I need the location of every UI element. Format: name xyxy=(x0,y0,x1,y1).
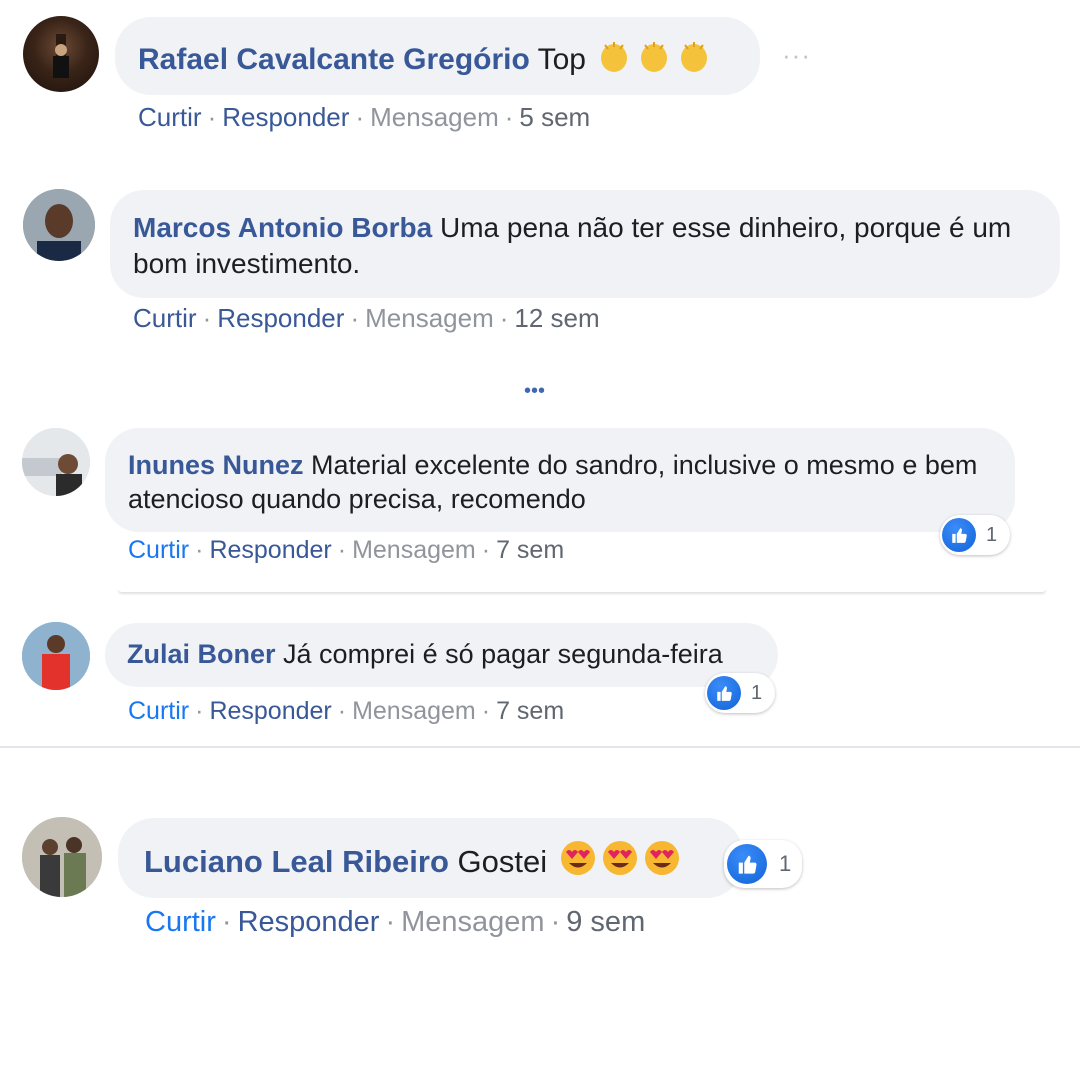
reply-button[interactable]: Responder xyxy=(209,536,331,564)
comment-item: Zulai Boner Já comprei é só pagar segund… xyxy=(0,610,1080,740)
clapping-hands-icon xyxy=(594,42,714,76)
divider xyxy=(0,746,1080,748)
comment-author[interactable]: Inunes Nunez xyxy=(128,450,304,480)
comment-bubble: Marcos Antonio Borba Uma pena não ter es… xyxy=(110,190,1060,298)
comment-text: Top xyxy=(537,43,586,76)
avatar[interactable] xyxy=(22,817,102,897)
more-comments-indicator[interactable]: ••• xyxy=(524,380,545,403)
reaction-count: 1 xyxy=(986,523,998,546)
message-button[interactable]: Mensagem xyxy=(352,697,476,725)
like-button[interactable]: Curtir xyxy=(138,102,202,132)
comment-bubble: Inunes Nunez Material excelente do sandr… xyxy=(105,428,1015,532)
comment-item: Luciano Leal Ribeiro Gostei 1 Curtir · Res… xyxy=(0,800,1080,960)
comment-item: Rafael Cavalcante Gregório Top ··· Curti… xyxy=(0,0,1080,140)
comment-timestamp[interactable]: 12 sem xyxy=(514,303,599,333)
comment-author[interactable]: Zulai Boner xyxy=(127,639,276,669)
reaction-count: 1 xyxy=(779,851,792,876)
like-button[interactable]: Curtir xyxy=(128,536,189,564)
message-button[interactable]: Mensagem xyxy=(370,102,499,132)
reaction-count-badge[interactable]: 1 xyxy=(724,840,802,888)
avatar[interactable] xyxy=(23,16,99,92)
like-reaction-icon xyxy=(727,844,767,884)
comment-timestamp[interactable]: 5 sem xyxy=(519,102,590,132)
comment-item: Marcos Antonio Borba Uma pena não ter es… xyxy=(0,170,1080,340)
reaction-count-badge[interactable]: 1 xyxy=(705,673,775,713)
comment-actions: Curtir · Responder · Mensagem · 9 sem xyxy=(145,906,646,938)
comment-bubble: Luciano Leal Ribeiro Gostei xyxy=(118,818,743,898)
comment-text: Gostei xyxy=(457,844,548,879)
comment-bubble: Zulai Boner Já comprei é só pagar segund… xyxy=(105,623,778,687)
message-button[interactable]: Mensagem xyxy=(401,906,544,938)
comment-options-icon[interactable]: ··· xyxy=(782,40,811,71)
comment-author[interactable]: Luciano Leal Ribeiro xyxy=(144,844,449,879)
comment-actions: Curtir · Responder · Mensagem · 7 sem xyxy=(128,536,565,564)
comment-bubble: Rafael Cavalcante Gregório Top xyxy=(115,17,760,95)
avatar[interactable] xyxy=(23,189,95,261)
comment-text: Já comprei é só pagar segunda-feira xyxy=(283,639,723,669)
reaction-count-badge[interactable]: 1 xyxy=(940,515,1010,555)
comment-item: Inunes Nunez Material excelente do sandr… xyxy=(0,420,1080,600)
reaction-count: 1 xyxy=(751,681,763,704)
like-button[interactable]: Curtir xyxy=(128,697,189,725)
like-button[interactable]: Curtir xyxy=(145,906,216,938)
avatar[interactable] xyxy=(22,622,90,690)
like-reaction-icon xyxy=(707,676,741,710)
divider xyxy=(118,588,1046,592)
comment-author[interactable]: Rafael Cavalcante Gregório xyxy=(138,43,530,76)
reply-button[interactable]: Responder xyxy=(209,697,331,725)
comment-actions: Curtir · Responder · Mensagem · 7 sem xyxy=(128,697,565,725)
reply-button[interactable]: Responder xyxy=(238,906,380,938)
like-reaction-icon xyxy=(942,518,976,552)
reply-button[interactable]: Responder xyxy=(222,102,349,132)
message-button[interactable]: Mensagem xyxy=(365,303,494,333)
heart-eyes-icon xyxy=(556,841,682,879)
comment-timestamp[interactable]: 7 sem xyxy=(496,697,564,725)
reply-button[interactable]: Responder xyxy=(217,303,344,333)
comment-actions: Curtir · Responder · Mensagem · 12 sem xyxy=(133,303,600,333)
comment-timestamp[interactable]: 7 sem xyxy=(496,536,564,564)
comment-author[interactable]: Marcos Antonio Borba xyxy=(133,212,432,243)
comment-actions: Curtir · Responder · Mensagem · 5 sem xyxy=(138,102,591,132)
like-button[interactable]: Curtir xyxy=(133,303,197,333)
message-button[interactable]: Mensagem xyxy=(352,536,476,564)
avatar[interactable] xyxy=(22,428,90,496)
comment-timestamp[interactable]: 9 sem xyxy=(566,906,645,938)
